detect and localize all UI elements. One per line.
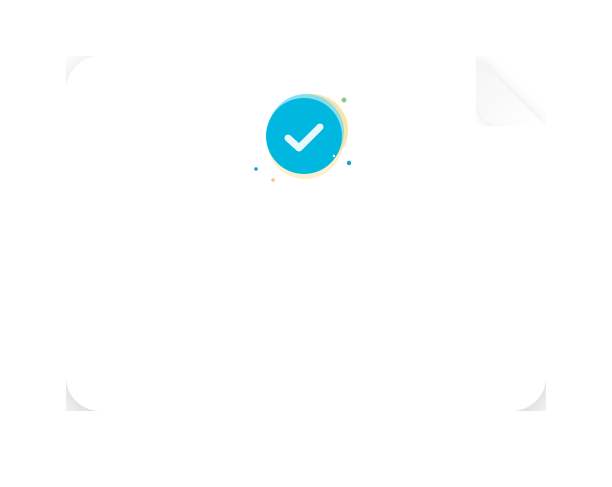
success-check-icon <box>254 94 352 182</box>
sparkle-dot-blue <box>346 160 352 166</box>
badge-main-circle <box>266 98 342 174</box>
sparkle-dot-white <box>332 154 336 158</box>
sparkle-dot-green <box>341 97 347 103</box>
page-fold-corner <box>476 56 546 126</box>
success-dialog-stage <box>0 0 612 487</box>
sparkle-dot-yellow <box>271 178 275 182</box>
sparkle-dot-blue-small <box>254 167 258 171</box>
